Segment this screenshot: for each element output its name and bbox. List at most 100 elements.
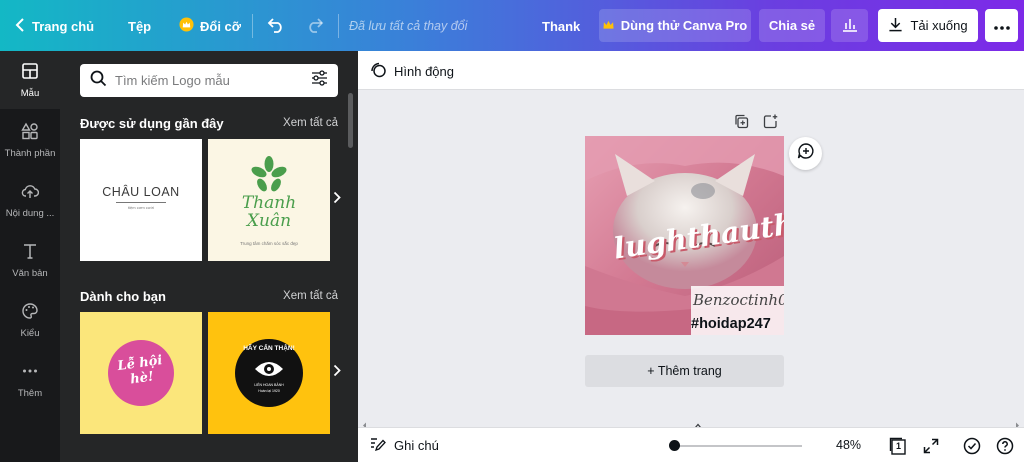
- crown-icon: [179, 17, 194, 35]
- rail-label: Mẫu: [20, 87, 40, 99]
- home-label: Trang chủ: [32, 18, 95, 34]
- animate-button[interactable]: Hình động: [370, 62, 454, 81]
- thumb-text: Thanh: [241, 193, 297, 213]
- thumb-subtext: Trung tâm chăm sóc sắc đẹp: [240, 241, 298, 246]
- rail-label: Thành phần: [4, 147, 56, 159]
- toolbar-divider: [252, 14, 253, 38]
- add-page-label: + Thêm trang: [647, 364, 722, 378]
- eye-icon: [254, 360, 284, 383]
- recent-see-all-link[interactable]: Xem tất cả: [283, 117, 338, 129]
- chevron-left-icon: [14, 17, 26, 35]
- toolbar-divider: [338, 14, 339, 38]
- rail-item-templates[interactable]: Mẫu: [0, 51, 60, 109]
- redo-button[interactable]: [306, 10, 324, 42]
- rail-item-styles[interactable]: Kiểu: [0, 291, 60, 349]
- resize-label: Đổi cỡ: [200, 18, 242, 34]
- template-thumb-hay-can-than[interactable]: HÃY CẨN THẬN! LIÊN HOAN BẢNH Hoàn lại 19…: [208, 312, 330, 434]
- rail-item-text[interactable]: Văn bản: [0, 231, 60, 289]
- zoom-percentage[interactable]: 48%: [836, 438, 861, 452]
- design-page[interactable]: lughthauth Benzoctinh07 #hoidap247: [585, 136, 784, 335]
- rail-label: Nội dung ...: [5, 207, 55, 219]
- side-nav-rail: Mẫu Thành phần Nội dung ... Văn bản Kiểu…: [0, 51, 60, 462]
- rail-item-uploads[interactable]: Nội dung ...: [0, 171, 60, 229]
- template-thumb-chau-loan[interactable]: CHÂU LOAN tiệm cơm cưới: [80, 139, 202, 261]
- top-toolbar: Trang chủ Tệp Đổi cỡ Đã lưu tất cả thay …: [0, 0, 1024, 51]
- add-page-icon[interactable]: [763, 114, 778, 134]
- thumb-subtext: LIÊN HOAN BẢNH: [254, 383, 284, 387]
- editor-context-bar: Hình động: [358, 51, 1024, 90]
- thumb-subtext: Hoàn lại 1920: [258, 389, 280, 393]
- download-button[interactable]: Tải xuống: [878, 9, 978, 42]
- thumb-divider: [116, 202, 166, 203]
- notes-label: Ghi chú: [394, 438, 439, 453]
- template-search-box: [80, 64, 338, 97]
- chevron-right-icon: [333, 364, 341, 382]
- more-horizontal-icon: [993, 18, 1010, 33]
- text-icon: [21, 242, 39, 263]
- share-button[interactable]: Chia sẻ: [759, 9, 825, 42]
- home-button[interactable]: Trang chủ: [14, 10, 94, 42]
- animate-icon: [370, 62, 386, 81]
- try-pro-button[interactable]: Dùng thử Canva Pro: [599, 9, 751, 42]
- recent-scroll-right-button[interactable]: [328, 180, 346, 220]
- search-icon: [90, 70, 107, 92]
- page-count-text: 1: [896, 441, 902, 451]
- canvas-horizontal-scrollbar[interactable]: [358, 414, 1024, 429]
- template-thumb-le-hoi-he[interactable]: Lễ hội hè!: [80, 312, 202, 434]
- notes-pencil-icon: [370, 437, 386, 454]
- for-you-section-title: Dành cho bạn: [80, 289, 166, 304]
- recent-section-title: Được sử dụng gần đây: [80, 116, 224, 131]
- for-you-scroll-right-button[interactable]: [328, 353, 346, 393]
- file-label: Tệp: [128, 18, 152, 34]
- undo-button[interactable]: [267, 10, 285, 42]
- thumb-text: Xuân: [246, 211, 292, 231]
- fullscreen-button[interactable]: [921, 436, 941, 456]
- try-pro-label: Dùng thử Canva Pro: [620, 18, 748, 33]
- more-options-button[interactable]: [985, 9, 1018, 42]
- for-you-see-all-link[interactable]: Xem tất cả: [283, 290, 338, 302]
- notes-button[interactable]: Ghi chú: [370, 437, 439, 454]
- animate-label: Hình động: [394, 64, 454, 79]
- file-menu-button[interactable]: Tệp: [128, 10, 151, 42]
- duplicate-page-icon[interactable]: [734, 114, 749, 134]
- check-circle-icon: [963, 437, 981, 455]
- insights-button[interactable]: [831, 9, 868, 42]
- save-status: Đã lưu tất cả thay đổi: [349, 19, 468, 33]
- download-label: Tải xuống: [910, 18, 968, 33]
- expand-diagonal-icon: [923, 438, 939, 454]
- template-search-input[interactable]: [115, 73, 303, 88]
- rail-label: Kiểu: [20, 327, 40, 339]
- help-question-icon: [996, 437, 1014, 455]
- filter-sliders-icon[interactable]: [311, 70, 328, 91]
- rail-item-more[interactable]: Thêm: [0, 351, 60, 409]
- design-signature-text[interactable]: Benzoctinh07: [693, 291, 784, 309]
- rail-item-elements[interactable]: Thành phần: [0, 111, 60, 169]
- page-tools: [734, 114, 778, 134]
- panel-scrollbar[interactable]: [348, 93, 353, 148]
- palette-icon: [21, 302, 39, 323]
- layout-icon: [21, 62, 39, 83]
- add-page-button[interactable]: + Thêm trang: [585, 355, 784, 387]
- chevron-right-icon: [333, 191, 341, 209]
- design-hashtag-text[interactable]: #hoidap247: [691, 316, 771, 332]
- more-dots-icon: [21, 362, 39, 383]
- editor-bottom-bar: Ghi chú 48% 1: [358, 427, 1024, 462]
- page-count-button[interactable]: 1: [888, 436, 908, 456]
- templates-panel: Được sử dụng gần đây Xem tất cả CHÂU LOA…: [60, 51, 358, 462]
- check-status-button[interactable]: [962, 436, 982, 456]
- thumb-text: CHÂU LOAN: [102, 185, 180, 199]
- add-comment-button[interactable]: [789, 137, 822, 170]
- resize-button[interactable]: Đổi cỡ: [179, 10, 241, 42]
- design-title-text: Thank: [542, 18, 581, 34]
- undo-icon: [267, 17, 285, 36]
- download-icon: [888, 17, 903, 35]
- template-thumb-thanh-xuan[interactable]: Thanh Xuân Trung tâm chăm sóc sắc đẹp: [208, 139, 330, 261]
- upload-cloud-icon: [21, 182, 40, 203]
- design-title[interactable]: Thank: [542, 10, 580, 42]
- help-button[interactable]: [995, 436, 1015, 456]
- bar-chart-icon: [842, 16, 858, 35]
- crown-small-icon: [603, 18, 614, 33]
- shapes-icon: [21, 122, 39, 143]
- zoom-slider-handle[interactable]: [669, 440, 680, 451]
- zoom-slider-track[interactable]: [670, 445, 802, 447]
